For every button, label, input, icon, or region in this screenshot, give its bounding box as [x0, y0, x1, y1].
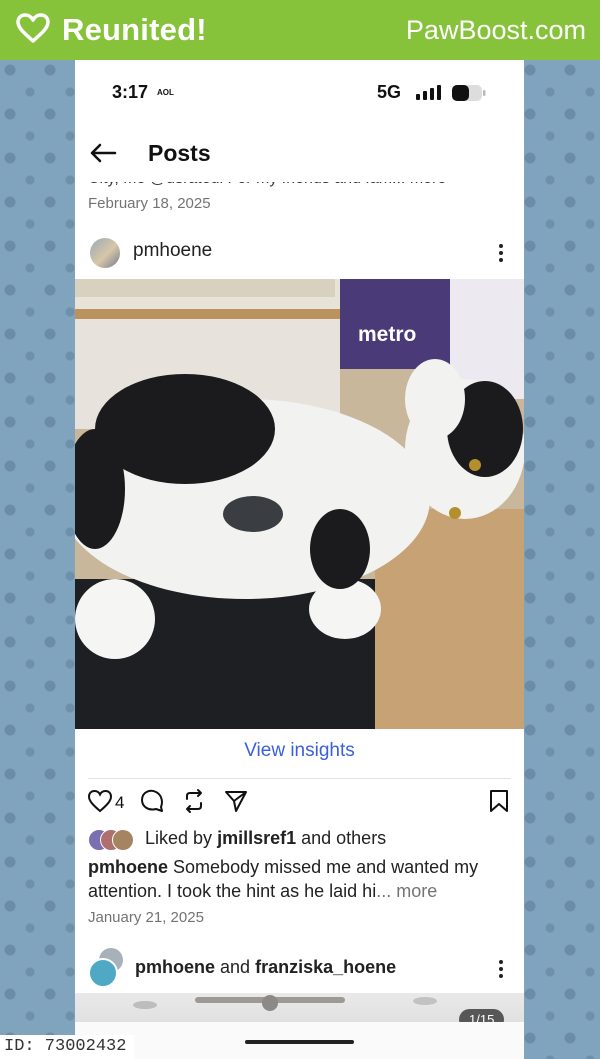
- comment-icon[interactable]: [139, 788, 165, 819]
- collab-usernames[interactable]: pmhoene and franziska_hoene: [135, 957, 396, 978]
- collab-user-2[interactable]: franziska_hoene: [255, 957, 396, 977]
- listing-id-label: ID: 73002432: [0, 1035, 135, 1059]
- svg-text:metro: metro: [358, 323, 416, 346]
- signal-bars-icon: [415, 84, 445, 105]
- next-post-header: pmhoene and franziska_hoene: [75, 946, 524, 990]
- battery-icon: [451, 84, 487, 107]
- likes-count[interactable]: 4: [115, 793, 124, 813]
- post-actions: 4: [75, 788, 524, 818]
- heart-outline-icon: [16, 12, 50, 48]
- status-network: 5G: [377, 82, 402, 102]
- status-carrier: AOL: [157, 88, 174, 97]
- pawboost-brand[interactable]: PawBoost.com: [406, 15, 586, 46]
- liked-by-suffix: and others: [301, 828, 387, 848]
- post-date: January 21, 2025: [88, 909, 204, 926]
- collab-joiner: and: [220, 957, 251, 977]
- post-photo-cat[interactable]: metro: [75, 279, 524, 729]
- more-options-icon[interactable]: [495, 242, 507, 269]
- caption-username[interactable]: pmhoene: [88, 857, 168, 877]
- liked-by-text[interactable]: Liked by jmillsref1 and others: [145, 828, 386, 849]
- caption-more-link[interactable]: ... more: [376, 881, 437, 901]
- share-send-icon[interactable]: [223, 788, 249, 819]
- banner-title: Reunited!: [62, 12, 207, 47]
- phone-screenshot: 3:17 AOL 5G City, Mo @usratedl For my fr…: [75, 60, 524, 1059]
- home-indicator-area: [75, 1022, 524, 1059]
- home-indicator[interactable]: [245, 1040, 354, 1044]
- arrow-left-icon[interactable]: [89, 142, 117, 169]
- previous-post-date: February 18, 2025: [88, 195, 211, 212]
- repost-icon[interactable]: [181, 788, 207, 819]
- liked-by-row: Liked by jmillsref1 and others: [88, 827, 518, 851]
- reunited-banner: Reunited! PawBoost.com: [0, 0, 600, 60]
- status-bar: 3:17 AOL 5G: [75, 60, 524, 124]
- liker-avatar: [112, 829, 134, 851]
- banner-left: Reunited!: [16, 12, 207, 48]
- top-nav: Posts: [75, 124, 524, 182]
- avatar[interactable]: [88, 958, 118, 988]
- view-insights-link[interactable]: View insights: [75, 740, 524, 762]
- post-caption: pmhoene Somebody missed me and wanted my…: [88, 855, 513, 903]
- collab-user-1[interactable]: pmhoene: [135, 957, 215, 977]
- page-title: Posts: [148, 140, 211, 166]
- status-time: 3:17: [112, 82, 149, 102]
- more-options-icon[interactable]: [495, 958, 507, 985]
- bookmark-icon[interactable]: [487, 788, 511, 819]
- liked-by-user[interactable]: jmillsref1: [217, 828, 296, 848]
- divider: [88, 778, 511, 779]
- avatar[interactable]: [90, 238, 120, 268]
- heart-icon[interactable]: [87, 788, 113, 819]
- post-username[interactable]: pmhoene: [133, 240, 212, 262]
- post-header: pmhoene: [75, 230, 524, 275]
- liked-by-prefix: Liked by: [145, 828, 213, 848]
